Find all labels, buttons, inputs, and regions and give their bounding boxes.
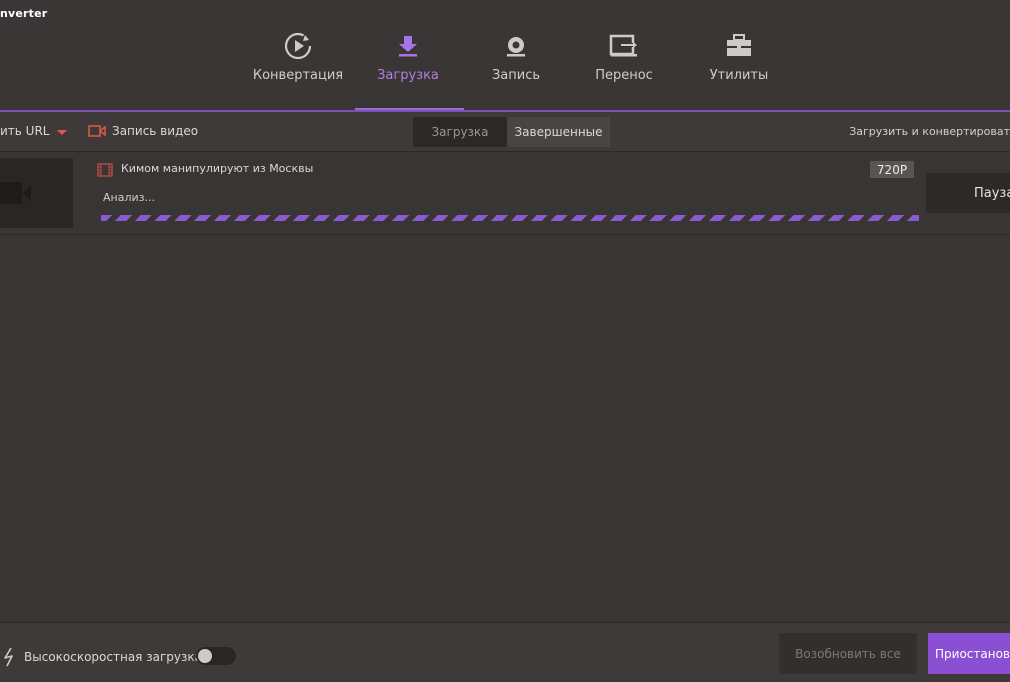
- main-header: nverter Конвертация Загрузка Запись Пере…: [0, 0, 1010, 111]
- film-icon: [97, 162, 113, 181]
- toolbox-icon: [723, 30, 755, 62]
- pause-button[interactable]: Пауза: [926, 173, 1010, 213]
- video-camera-icon: [88, 125, 106, 137]
- record-icon: [500, 30, 532, 62]
- download-and-convert-option[interactable]: Загрузить и конвертироват: [849, 125, 1010, 138]
- tab-transfer[interactable]: Перенос: [584, 0, 664, 110]
- high-speed-download-label: Высокоскоростная загрузка: [24, 650, 202, 664]
- download-status-segmented-control: Загрузка Завершенные: [413, 117, 610, 147]
- video-title: Кимом манипулируют из Москвы: [121, 162, 314, 175]
- tab-download[interactable]: Загрузка: [365, 0, 451, 110]
- transfer-icon: [608, 30, 640, 62]
- lightning-icon: [4, 647, 13, 667]
- tab-download-label: Загрузка: [377, 68, 439, 83]
- paste-url-label: ить URL: [0, 124, 50, 138]
- convert-icon: [282, 30, 314, 62]
- video-converter-window: nverter Конвертация Загрузка Запись Пере…: [0, 0, 1010, 682]
- segment-finished[interactable]: Завершенные: [507, 117, 610, 147]
- paste-url-button[interactable]: ить URL: [0, 124, 68, 138]
- download-list-item: Кимом манипулируют из Москвы 720P Анализ…: [0, 153, 1010, 235]
- download-toolbar: ить URL Запись видео Загрузка Завершенны…: [0, 112, 1010, 152]
- tab-toolbox-label: Утилиты: [709, 68, 769, 83]
- tab-convert-label: Конвертация: [252, 68, 344, 83]
- video-thumbnail: [0, 158, 73, 228]
- record-video-button[interactable]: Запись видео: [88, 124, 198, 138]
- toggle-knob: [198, 649, 212, 663]
- status-text: Анализ...: [103, 191, 155, 204]
- tab-record-label: Запись: [491, 68, 541, 83]
- high-speed-download-toggle[interactable]: [196, 647, 236, 665]
- footer-bar: Высокоскоростная загрузка Возобновить вс…: [0, 622, 1010, 682]
- resume-all-button[interactable]: Возобновить все: [779, 633, 917, 674]
- chevron-down-icon[interactable]: [57, 129, 68, 135]
- quality-badge[interactable]: 720P: [870, 161, 914, 178]
- record-video-label: Запись видео: [112, 124, 199, 138]
- tab-record[interactable]: Запись: [476, 0, 556, 110]
- segment-downloading[interactable]: Загрузка: [413, 117, 507, 147]
- pause-all-button[interactable]: Приостановить все: [928, 633, 1010, 674]
- app-brand: nverter: [0, 7, 48, 20]
- tab-convert[interactable]: Конвертация: [252, 0, 344, 110]
- progress-bar: [101, 215, 919, 221]
- tab-transfer-label: Перенос: [595, 68, 653, 83]
- download-icon: [392, 30, 424, 62]
- tab-toolbox[interactable]: Утилиты: [699, 0, 779, 110]
- video-camera-icon: [0, 182, 31, 204]
